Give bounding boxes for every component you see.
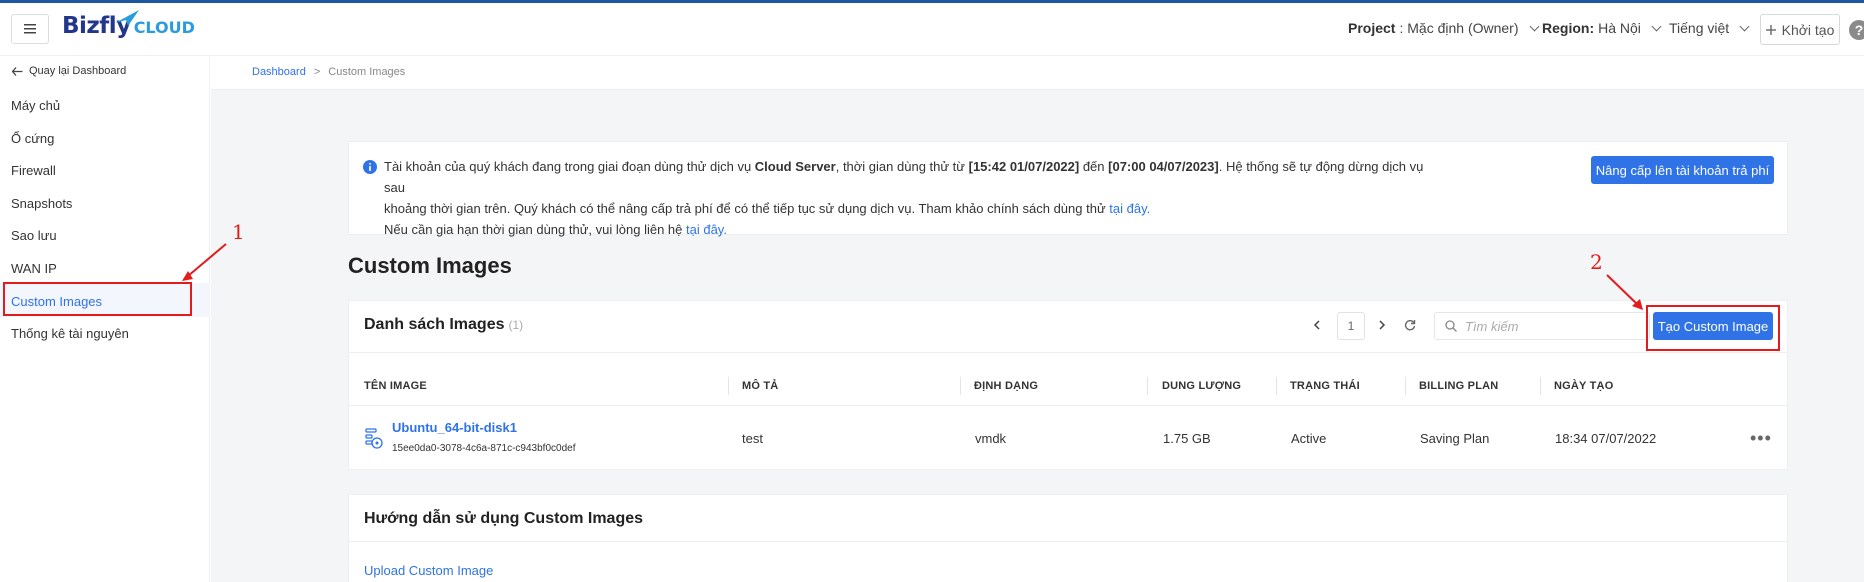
annotation-arrow-2 [1606,274,1639,306]
annotation-arrows [182,243,1643,310]
annotation-arrow-1 [187,243,227,277]
